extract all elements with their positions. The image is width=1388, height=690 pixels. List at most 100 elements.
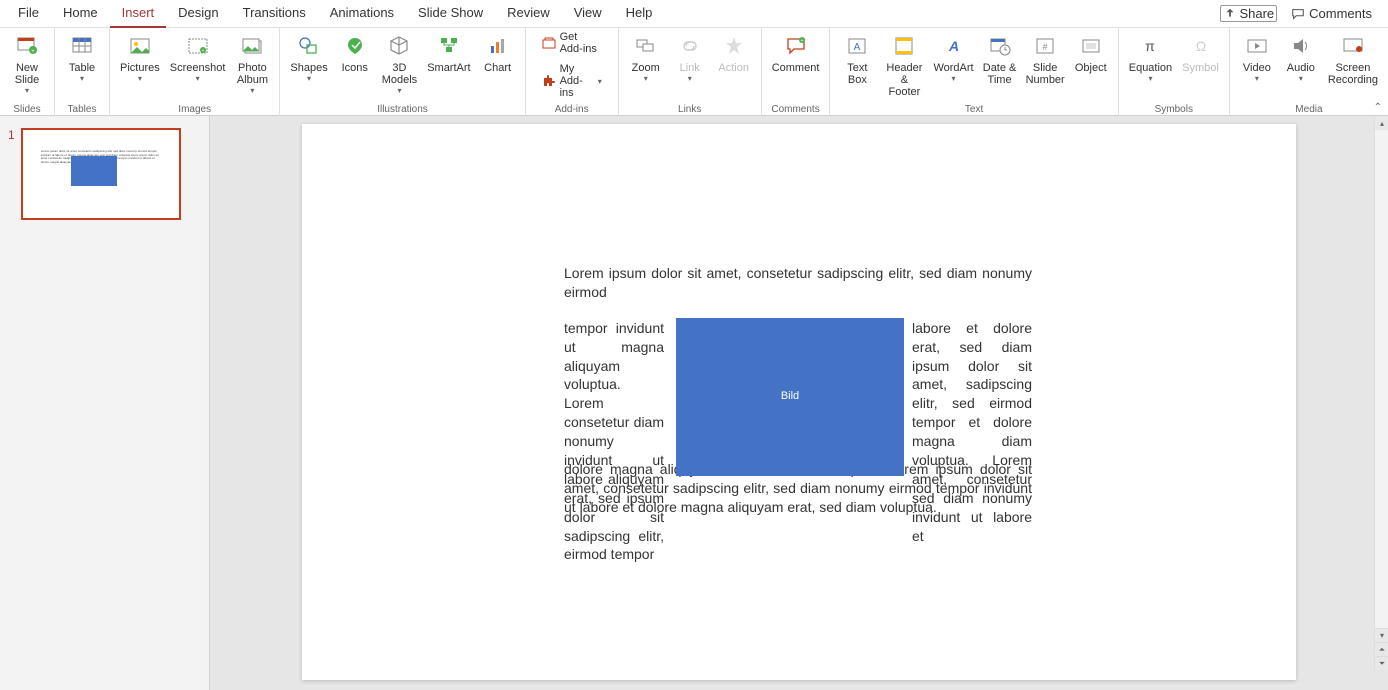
next-slide-button[interactable]: ⏷ <box>1375 656 1388 670</box>
zoom-button[interactable]: Zoom ▾ <box>625 30 667 86</box>
screenshot-icon: + <box>184 32 212 60</box>
group-media: Video ▾ Audio ▾ Screen Recording Media <box>1230 28 1388 116</box>
photo-album-button[interactable]: Photo Album ▾ <box>231 30 273 98</box>
chevron-down-icon: ▾ <box>25 87 29 96</box>
equation-icon: π <box>1136 32 1164 60</box>
new-slide-button[interactable]: + New Slide ▾ <box>6 30 48 98</box>
header-footer-button[interactable]: Header & Footer <box>880 30 928 100</box>
action-icon <box>720 32 748 60</box>
group-label-links: Links <box>619 104 761 115</box>
text-box-icon: A <box>843 32 871 60</box>
vertical-scrollbar[interactable]: ▴ ▾ ⏶ ⏷ <box>1374 116 1388 670</box>
screen-recording-button[interactable]: Screen Recording <box>1324 30 1382 88</box>
image-placeholder[interactable]: Bild <box>676 318 904 476</box>
store-icon <box>542 36 556 50</box>
new-slide-icon: + <box>13 32 41 60</box>
smartart-button[interactable]: SmartArt <box>423 30 474 76</box>
collapse-ribbon-button[interactable]: ⌃ <box>1374 102 1382 113</box>
icons-button[interactable]: Icons <box>334 30 376 76</box>
chevron-down-icon: ▾ <box>1255 75 1259 84</box>
thumbnail-number: 1 <box>8 128 15 142</box>
chevron-down-icon: ▾ <box>688 75 692 84</box>
wordart-button[interactable]: A WordArt ▾ <box>930 30 976 86</box>
text-box-button[interactable]: A Text Box <box>836 30 878 88</box>
photo-album-icon <box>238 32 266 60</box>
link-button[interactable]: Link ▾ <box>669 30 711 86</box>
table-icon <box>68 32 96 60</box>
wordart-icon: A <box>940 32 968 60</box>
3d-models-button[interactable]: 3D Models ▾ <box>378 30 421 98</box>
group-slides: + New Slide ▾ Slides <box>0 28 55 116</box>
group-label-text: Text <box>830 104 1117 115</box>
text-top-line: Lorem ipsum dolor sit amet, consetetur s… <box>564 264 1032 302</box>
tab-review[interactable]: Review <box>495 0 562 28</box>
chevron-down-icon: ▾ <box>952 75 956 84</box>
object-button[interactable]: Object <box>1070 30 1112 76</box>
shapes-button[interactable]: Shapes ▾ <box>286 30 331 86</box>
comments-icon <box>1291 7 1305 21</box>
date-time-button[interactable]: Date & Time <box>979 30 1021 88</box>
prev-slide-button[interactable]: ⏶ <box>1375 642 1388 656</box>
svg-text:#: # <box>1043 42 1048 52</box>
scroll-track[interactable] <box>1375 130 1388 614</box>
object-icon <box>1077 32 1105 60</box>
thumbnail-preview: Lorem ipsum dolor sit amet consetetur sa… <box>21 128 181 220</box>
screen-recording-icon <box>1339 32 1367 60</box>
chart-button[interactable]: Chart <box>477 30 519 76</box>
tab-design[interactable]: Design <box>166 0 230 28</box>
comment-button[interactable]: + Comment <box>768 30 824 76</box>
group-text: A Text Box Header & Footer A WordArt ▾ D… <box>830 28 1118 116</box>
svg-text:π: π <box>1146 38 1156 54</box>
pictures-button[interactable]: Pictures ▾ <box>116 30 164 86</box>
text-left-column: tempor invidunt ut magna aliquyam volupt… <box>564 319 664 565</box>
cube-icon <box>385 32 413 60</box>
svg-text:+: + <box>201 48 204 54</box>
chevron-down-icon: ▾ <box>1299 75 1303 84</box>
action-button[interactable]: Action <box>713 30 755 76</box>
group-label-comments: Comments <box>762 104 830 115</box>
comments-button[interactable]: Comments <box>1291 6 1372 21</box>
get-addins-button[interactable]: Get Add-ins <box>538 29 606 57</box>
svg-text:A: A <box>947 38 958 54</box>
group-tables: Table ▾ Tables <box>55 28 110 116</box>
slide-editor-area[interactable]: Lorem ipsum dolor sit amet, consetetur s… <box>210 116 1388 690</box>
screenshot-button[interactable]: + Screenshot ▾ <box>166 30 230 86</box>
symbol-button[interactable]: Ω Symbol <box>1178 30 1223 76</box>
tab-insert[interactable]: Insert <box>110 0 167 28</box>
tab-file[interactable]: File <box>6 0 51 28</box>
tab-slideshow[interactable]: Slide Show <box>406 0 495 28</box>
video-button[interactable]: Video ▾ <box>1236 30 1278 86</box>
equation-button[interactable]: π Equation ▾ <box>1125 30 1176 86</box>
tab-home[interactable]: Home <box>51 0 110 28</box>
tab-animations[interactable]: Animations <box>318 0 406 28</box>
group-links: Zoom ▾ Link ▾ Action Links <box>619 28 762 116</box>
share-label: Share <box>1239 6 1274 21</box>
thumbnail-1[interactable]: 1 Lorem ipsum dolor sit amet consetetur … <box>8 128 201 220</box>
ribbon: + New Slide ▾ Slides Table ▾ Tables P <box>0 28 1388 116</box>
image-label: Bild <box>781 389 799 404</box>
group-label-illustrations: Illustrations <box>280 104 524 115</box>
text-right-column: labore et dolore erat, sed diam ipsum do… <box>912 319 1032 546</box>
scroll-up-button[interactable]: ▴ <box>1375 116 1388 130</box>
my-addins-button[interactable]: My Add-ins ▾ <box>538 61 606 101</box>
tab-help[interactable]: Help <box>614 0 665 28</box>
group-label-symbols: Symbols <box>1119 104 1229 115</box>
chevron-down-icon: ▾ <box>138 75 142 84</box>
table-button[interactable]: Table ▾ <box>61 30 103 86</box>
workspace: 1 Lorem ipsum dolor sit amet consetetur … <box>0 116 1388 690</box>
group-addins: Get Add-ins My Add-ins ▾ Add-ins <box>526 28 619 116</box>
tabs-right: Share Comments <box>1220 5 1382 22</box>
group-images: Pictures ▾ + Screenshot ▾ Photo Album ▾ … <box>110 28 280 116</box>
group-symbols: π Equation ▾ Ω Symbol Symbols <box>1119 28 1230 116</box>
date-time-icon <box>986 32 1014 60</box>
share-button[interactable]: Share <box>1220 5 1277 22</box>
icons-icon <box>341 32 369 60</box>
tab-transitions[interactable]: Transitions <box>231 0 318 28</box>
tab-view[interactable]: View <box>562 0 614 28</box>
slide-number-button[interactable]: # Slide Number <box>1023 30 1068 88</box>
chevron-down-icon: ▾ <box>196 75 200 84</box>
slide-canvas[interactable]: Lorem ipsum dolor sit amet, consetetur s… <box>302 124 1296 680</box>
audio-button[interactable]: Audio ▾ <box>1280 30 1322 86</box>
tabs-row: File Home Insert Design Transitions Anim… <box>0 0 1388 28</box>
scroll-down-button[interactable]: ▾ <box>1375 628 1388 642</box>
